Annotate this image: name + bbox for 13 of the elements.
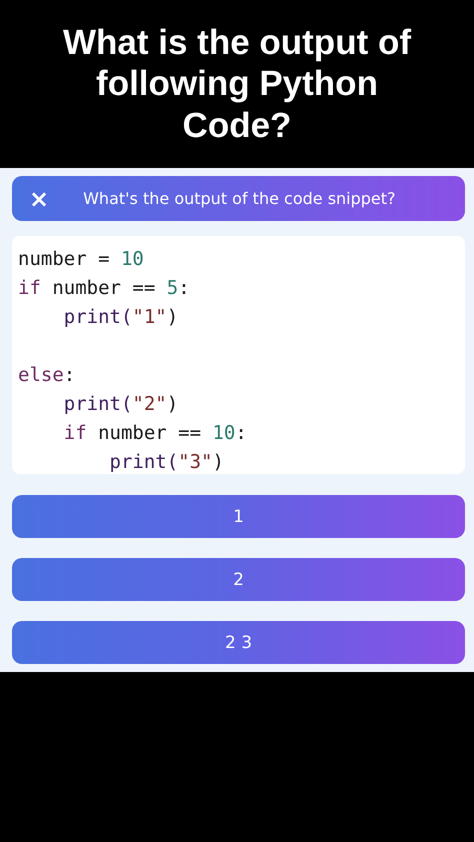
answer-button[interactable]: 2 3 bbox=[12, 621, 465, 664]
code-line: if number == 5: bbox=[18, 276, 191, 301]
code-line: print("3") bbox=[108, 450, 225, 475]
code-line: else: bbox=[18, 363, 76, 388]
code-line: print("1") bbox=[62, 305, 180, 330]
code-line: if number == 10: bbox=[62, 421, 248, 446]
question-text: What's the output of the code snippet? bbox=[83, 189, 396, 208]
answer-button[interactable]: 2 bbox=[12, 558, 465, 601]
answer-button[interactable]: 1 bbox=[12, 495, 465, 538]
code-line: print("2") bbox=[62, 392, 180, 417]
headline: What is the output of following Python Code? bbox=[62, 22, 412, 146]
close-button[interactable]: × bbox=[25, 184, 54, 212]
code-line: number = 10 bbox=[18, 247, 145, 272]
